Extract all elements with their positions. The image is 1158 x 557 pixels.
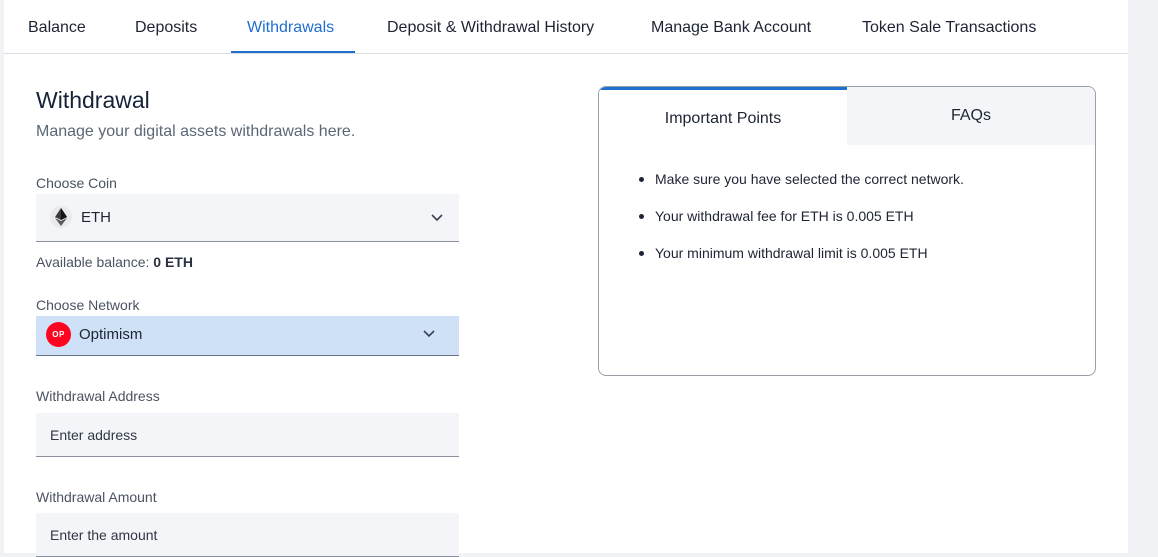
chevron-down-icon [431,214,443,222]
important-points-list: Make sure you have selected the correct … [639,171,964,282]
optimism-icon: OP [46,322,71,347]
coin-select-value: ETH [81,209,111,226]
chevron-down-icon [423,330,435,338]
list-item: Make sure you have selected the correct … [639,171,964,208]
page-subtitle: Manage your digital assets withdrawals h… [36,123,356,140]
tab-deposit-withdrawal-history[interactable]: Deposit & Withdrawal History [387,0,594,53]
tab-manage-bank-account[interactable]: Manage Bank Account [651,0,811,53]
available-balance-value: 0 ETH [153,254,193,270]
active-tab-indicator [231,51,355,53]
withdrawal-amount-input[interactable] [36,513,459,557]
tab-deposits[interactable]: Deposits [135,0,197,53]
tab-balance[interactable]: Balance [28,0,86,53]
choose-coin-label: Choose Coin [36,175,117,191]
withdrawal-page-card: Balance Deposits Withdrawals Deposit & W… [4,0,1128,557]
top-tab-bar: Balance Deposits Withdrawals Deposit & W… [4,0,1128,54]
available-balance: Available balance: 0 ETH [36,254,193,270]
network-select-value: Optimism [79,326,143,343]
withdrawal-amount-label: Withdrawal Amount [36,489,157,505]
tab-important-points[interactable]: Important Points [599,87,847,145]
ethereum-icon [50,206,72,228]
tab-faqs[interactable]: FAQs [847,87,1095,145]
list-item: Your minimum withdrawal limit is 0.005 E… [639,245,964,282]
available-balance-label: Available balance: [36,254,150,270]
coin-select[interactable]: ETH [36,194,459,242]
withdrawal-address-label: Withdrawal Address [36,388,160,404]
list-item: Your withdrawal fee for ETH is 0.005 ETH [639,208,964,245]
tab-withdrawals[interactable]: Withdrawals [247,0,334,53]
page-title: Withdrawal [36,87,150,113]
network-select[interactable]: OP Optimism [36,316,459,356]
withdrawal-address-input[interactable] [36,413,459,457]
info-panel: Important Points FAQs Make sure you have… [598,86,1096,376]
choose-network-label: Choose Network [36,297,140,313]
tab-token-sale-transactions[interactable]: Token Sale Transactions [862,0,1036,53]
